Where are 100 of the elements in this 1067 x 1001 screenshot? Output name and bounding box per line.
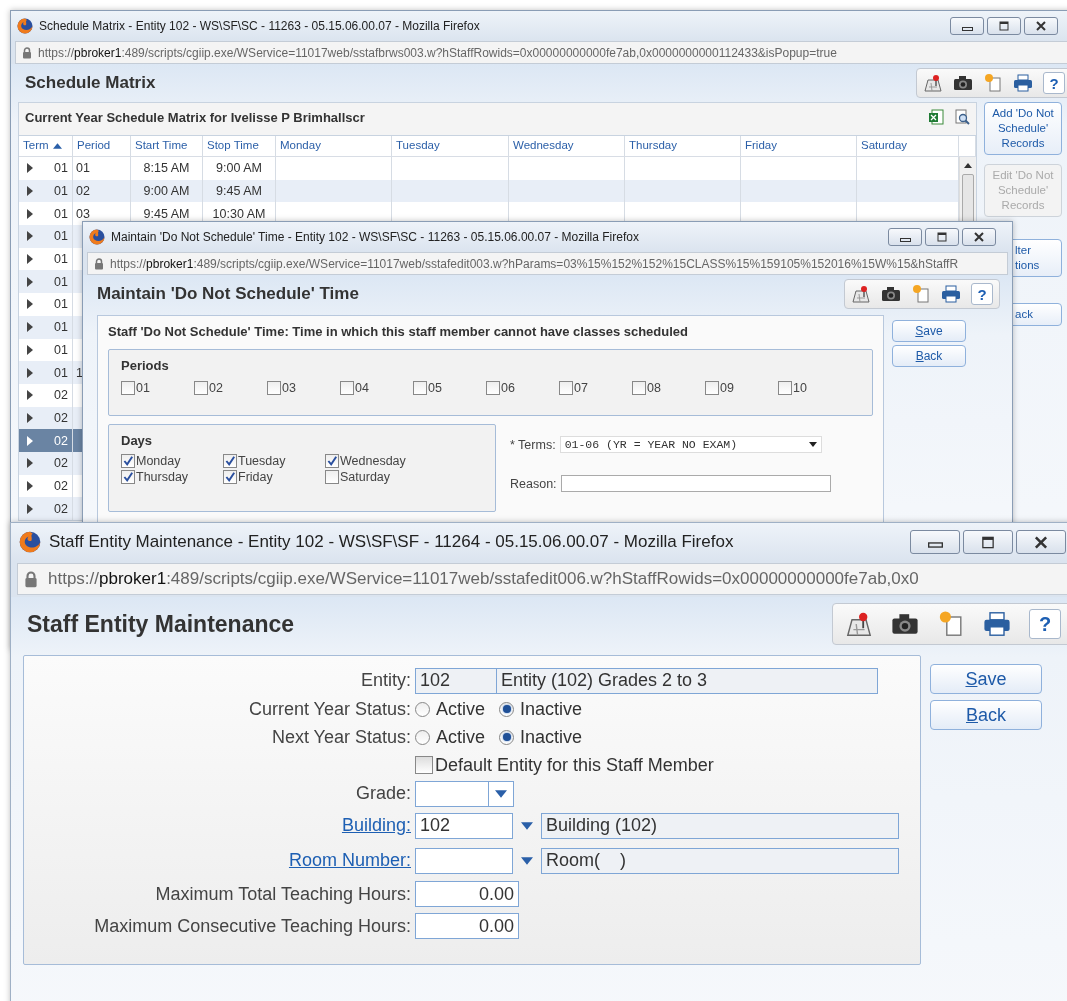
- checkbox[interactable]: [778, 381, 792, 395]
- column-header[interactable]: Term: [19, 136, 73, 156]
- checkbox[interactable]: [325, 470, 339, 484]
- printer-icon[interactable]: [1013, 73, 1033, 93]
- checkbox[interactable]: [194, 381, 208, 395]
- expand-icon[interactable]: [27, 344, 33, 355]
- expand-icon[interactable]: [27, 163, 33, 174]
- radio-button[interactable]: [415, 701, 430, 717]
- action-button[interactable]: Save: [892, 320, 966, 342]
- print-preview-icon[interactable]: [954, 109, 970, 125]
- help-button[interactable]: ?: [971, 283, 993, 305]
- dropdown-arrow-icon[interactable]: [521, 856, 533, 865]
- reason-field[interactable]: [560, 475, 831, 492]
- terms-dropdown[interactable]: 01-06 (YR = YEAR NO EXAM): [559, 436, 822, 453]
- help-button[interactable]: ?: [1043, 72, 1065, 94]
- maximize-button[interactable]: [987, 17, 1021, 35]
- checkbox[interactable]: [415, 756, 433, 774]
- camera-icon[interactable]: [953, 73, 973, 93]
- table-cell: 01: [54, 342, 68, 357]
- minimize-button[interactable]: [950, 17, 984, 35]
- scroll-up-icon[interactable]: [964, 163, 972, 168]
- checkbox[interactable]: [223, 454, 237, 468]
- dropdown-arrow-icon: [495, 789, 507, 798]
- checkbox[interactable]: [325, 454, 339, 468]
- checkbox[interactable]: [705, 381, 719, 395]
- number-field[interactable]: 0.00: [415, 913, 519, 939]
- minimize-button[interactable]: [910, 530, 960, 554]
- checkbox[interactable]: [632, 381, 646, 395]
- checkbox[interactable]: [121, 381, 135, 395]
- column-header[interactable]: Start Time: [131, 136, 203, 156]
- map-pin-icon[interactable]: [845, 610, 873, 638]
- checkbox[interactable]: [223, 470, 237, 484]
- map-pin-icon[interactable]: [923, 73, 943, 93]
- expand-icon[interactable]: [27, 299, 33, 310]
- printer-icon[interactable]: [941, 284, 961, 304]
- spreadsheet-icon[interactable]: [928, 109, 944, 125]
- column-header[interactable]: Friday: [741, 136, 857, 156]
- radio-button[interactable]: [499, 729, 515, 745]
- address-field[interactable]: https://pbroker1:489/scripts/cgiip.exe/WService=11017web/sstafbrws003.w?hStaffRowids=0x00000000000fe7ab,0x0000000000112433&isPopup=true: [15, 41, 1067, 64]
- expand-icon[interactable]: [27, 276, 33, 287]
- expand-icon[interactable]: [27, 480, 33, 491]
- checkbox[interactable]: [559, 381, 573, 395]
- table-cell: 02: [54, 456, 68, 471]
- checkbox[interactable]: [486, 381, 500, 395]
- table-cell: 1: [76, 365, 83, 380]
- checkbox[interactable]: [413, 381, 427, 395]
- action-button[interactable]: Back: [892, 345, 966, 367]
- close-button[interactable]: [1016, 530, 1066, 554]
- expand-icon[interactable]: [27, 458, 33, 469]
- checkbox[interactable]: [267, 381, 281, 395]
- column-header[interactable]: Saturday: [857, 136, 959, 156]
- field-link[interactable]: Building:: [341, 815, 411, 835]
- close-button[interactable]: [1024, 17, 1058, 35]
- expand-icon[interactable]: [27, 322, 33, 333]
- column-header[interactable]: Wednesday: [509, 136, 625, 156]
- expand-icon[interactable]: [27, 254, 33, 265]
- expand-icon[interactable]: [27, 231, 33, 242]
- address-field[interactable]: https://pbroker1:489/scripts/cgiip.exe/WService=11017web/sstafedit003.w?hParams=03%15%152%152%15CLASS%15%159105%152016%15W%15&hStaffR: [87, 252, 1008, 275]
- radio-button[interactable]: [415, 729, 430, 745]
- field-label: Maximum Total Teaching Hours:: [155, 883, 411, 904]
- minimize-button[interactable]: [888, 228, 922, 246]
- printer-icon[interactable]: [983, 610, 1011, 638]
- column-header[interactable]: Tuesday: [392, 136, 509, 156]
- radio-button[interactable]: [499, 701, 515, 717]
- table-cell: 02: [54, 388, 68, 403]
- lookup-field[interactable]: 102: [415, 812, 513, 839]
- checkbox[interactable]: [121, 454, 135, 468]
- map-pin-icon[interactable]: [851, 284, 871, 304]
- checkbox[interactable]: [121, 470, 135, 484]
- close-icon: [1032, 535, 1050, 549]
- checkbox[interactable]: [340, 381, 354, 395]
- maximize-button[interactable]: [925, 228, 959, 246]
- help-button[interactable]: ?: [1029, 609, 1061, 639]
- code-field[interactable]: 102: [415, 667, 497, 694]
- close-button[interactable]: [962, 228, 996, 246]
- field-link[interactable]: Room Number:: [288, 850, 411, 870]
- action-button[interactable]: Save: [930, 664, 1042, 694]
- column-header[interactable]: Period: [73, 136, 131, 156]
- url-text: https://pbroker1:489/scripts/cgiip.exe/WService=11017web/sstafedit003.w?hParams=03%15%152%152%15CLASS%15%159105%152016%15W%15&hStaffR: [110, 256, 959, 271]
- column-header[interactable]: Monday: [276, 136, 392, 156]
- field-label: Grade:: [355, 783, 411, 803]
- minimize-icon: [927, 542, 943, 548]
- expand-icon[interactable]: [27, 503, 33, 514]
- expand-icon[interactable]: [27, 412, 33, 423]
- column-header[interactable]: Thursday: [625, 136, 741, 156]
- maximize-button[interactable]: [963, 530, 1013, 554]
- action-button[interactable]: Add 'Do Not Schedule' Records: [984, 102, 1062, 155]
- note-icon[interactable]: [937, 610, 965, 638]
- expand-icon[interactable]: [27, 186, 33, 197]
- number-field[interactable]: 0.00: [415, 881, 519, 907]
- action-button[interactable]: Back: [930, 700, 1042, 730]
- camera-icon[interactable]: [881, 284, 901, 304]
- expand-icon[interactable]: [27, 367, 33, 378]
- column-header[interactable]: Stop Time: [203, 136, 276, 156]
- expand-icon[interactable]: [27, 390, 33, 401]
- expand-icon[interactable]: [27, 208, 33, 219]
- lookup-field[interactable]: [415, 847, 513, 874]
- table-row[interactable]: 01 02 9:00 AM 9:45 AM: [19, 179, 959, 203]
- dropdown-arrow-icon[interactable]: [521, 821, 533, 830]
- address-field[interactable]: https://pbroker1:489/scripts/cgiip.exe/WService=11017web/sstafedit006.w?hStaffRowids=0x00000000000fe7ab,0x0: [17, 563, 1067, 595]
